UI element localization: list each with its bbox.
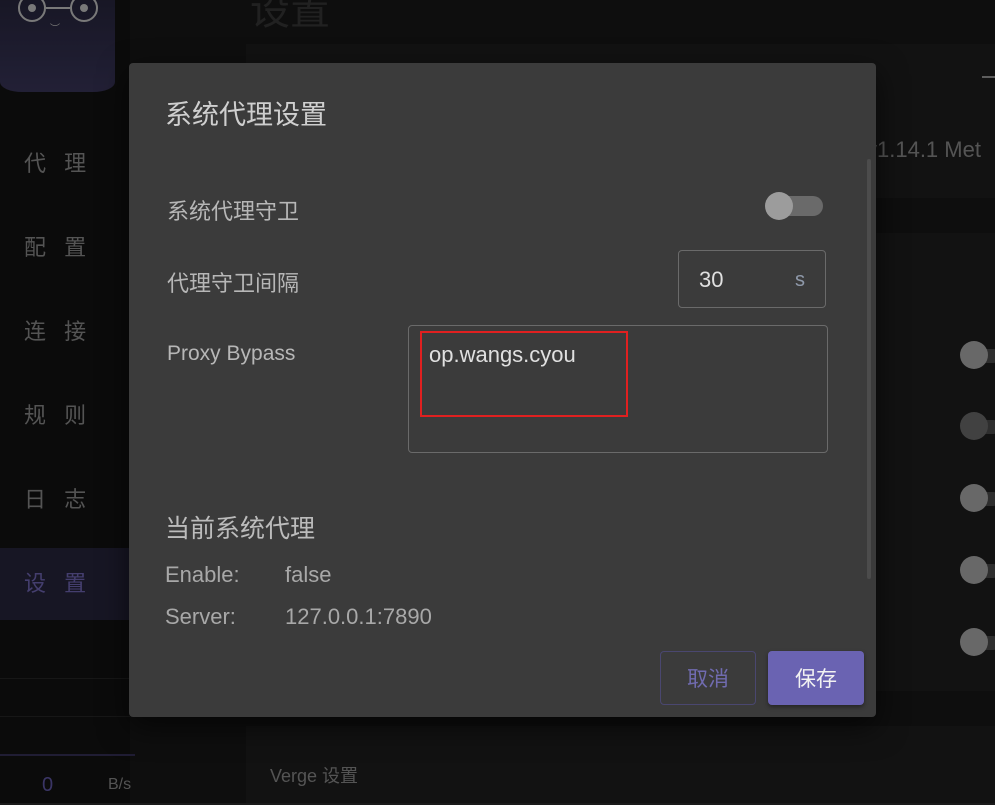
highlight-box [420, 331, 628, 417]
dialog-title: 系统代理设置 [165, 100, 327, 130]
interval-label: 代理守卫间隔 [167, 271, 300, 296]
save-button[interactable]: 保存 [768, 651, 864, 705]
enable-label: Enable: [165, 562, 240, 587]
enable-value: false [285, 562, 332, 587]
guard-toggle[interactable] [765, 191, 825, 221]
cancel-button[interactable]: 取消 [660, 651, 756, 705]
dialog-scrollbar[interactable] [867, 159, 871, 579]
bypass-label: Proxy Bypass [167, 342, 296, 365]
current-proxy-title: 当前系统代理 [165, 515, 316, 543]
server-value: 127.0.0.1:7890 [285, 604, 432, 629]
interval-value: 30 [699, 267, 724, 292]
toggle-knob [765, 192, 793, 220]
interval-unit: s [795, 269, 805, 291]
system-proxy-dialog: 系统代理设置 系统代理守卫 代理守卫间隔 30 s Proxy Bypass o… [129, 63, 876, 717]
interval-input[interactable]: 30 s [678, 250, 826, 308]
server-label: Server: [165, 604, 236, 629]
guard-label: 系统代理守卫 [167, 199, 300, 224]
